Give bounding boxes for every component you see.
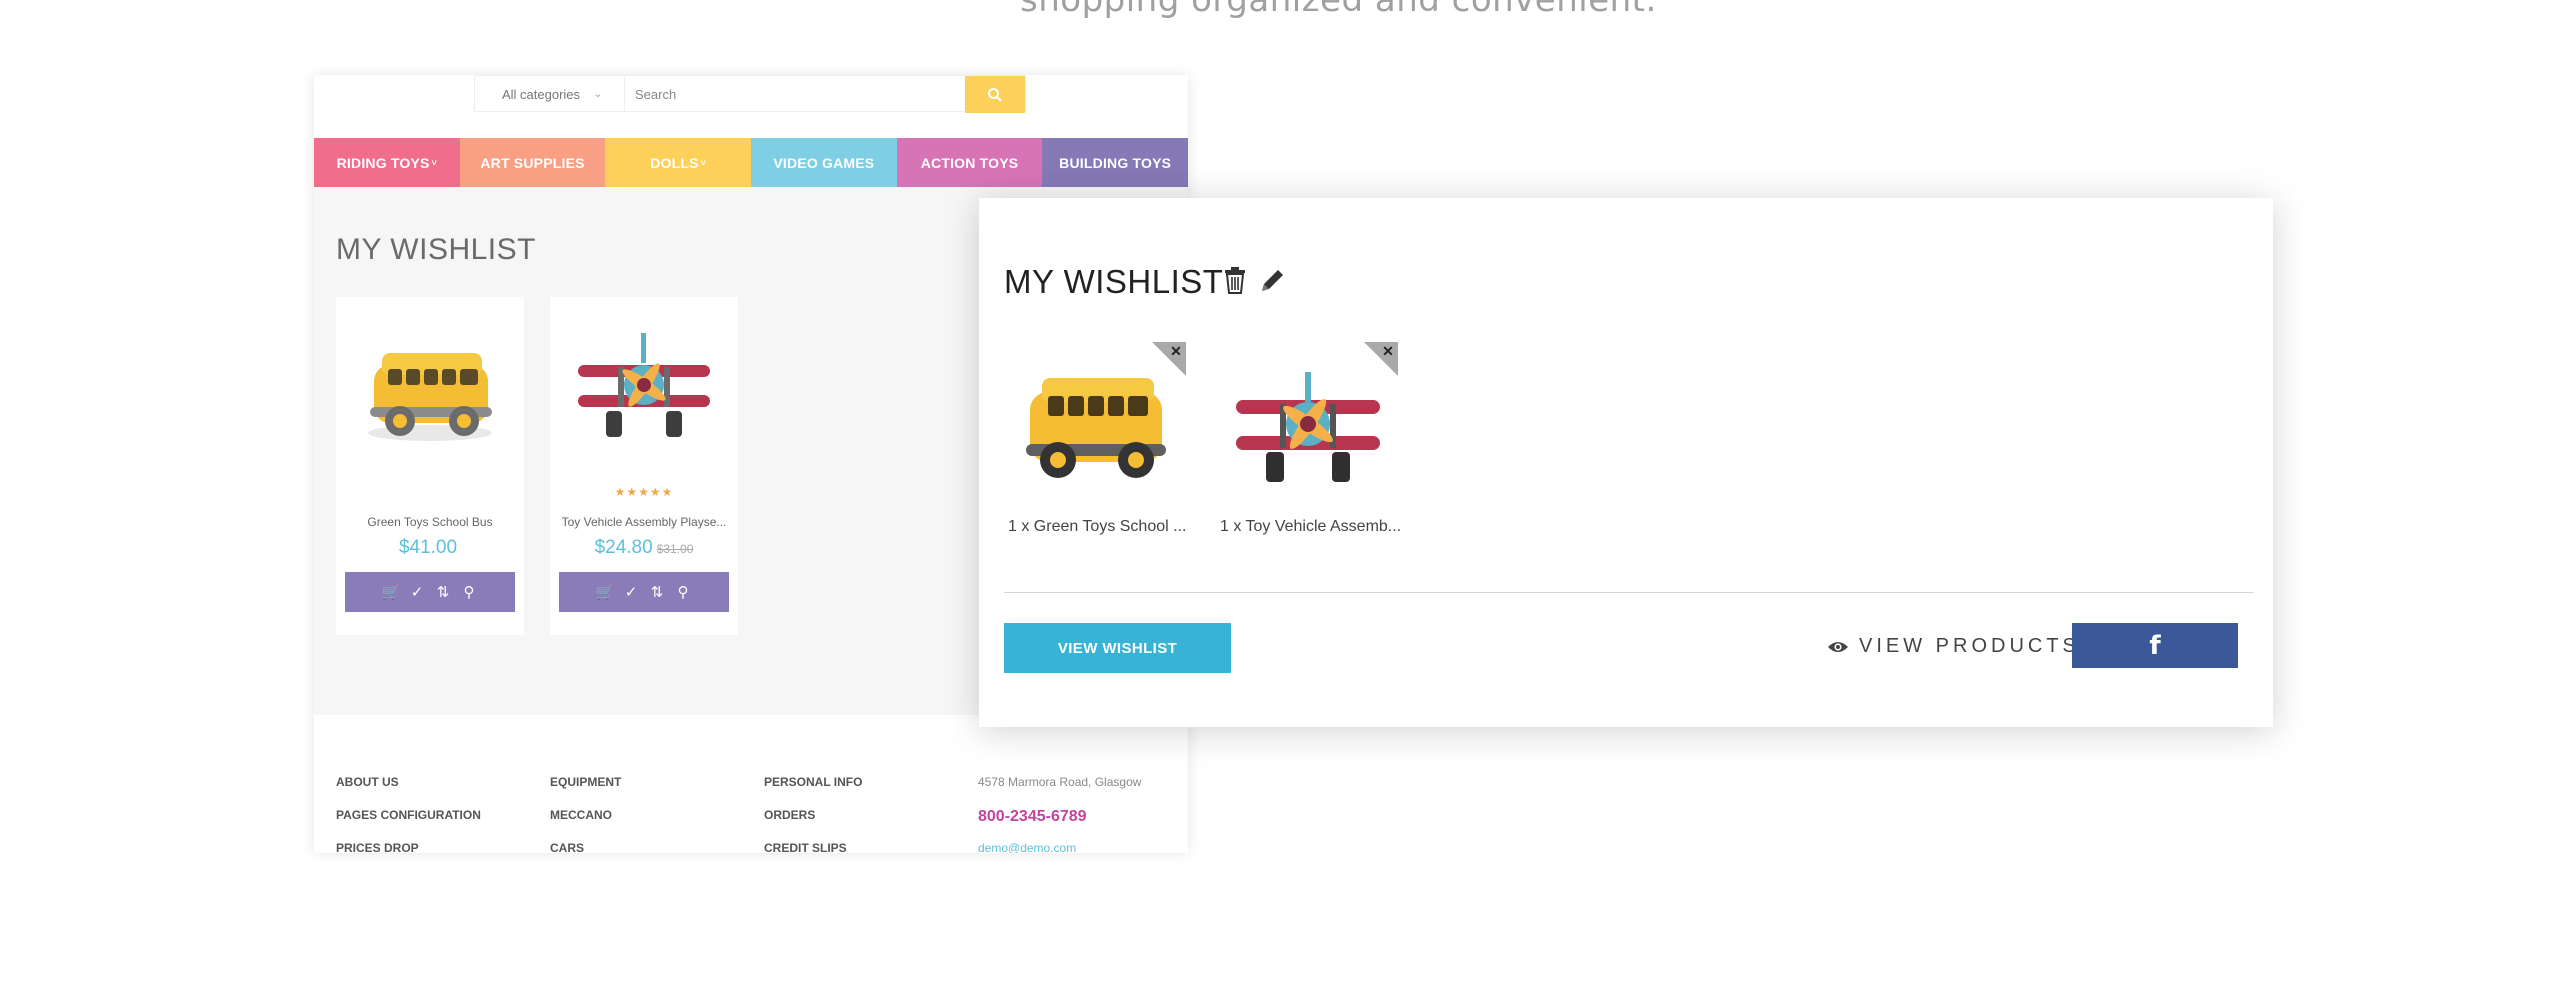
compare-icon[interactable]: ⇅ xyxy=(647,583,667,601)
product-price: $24.80 $31.00 xyxy=(550,537,738,559)
pencil-icon[interactable] xyxy=(1254,263,1290,299)
search-icon xyxy=(988,87,1002,102)
school-bus-image xyxy=(368,353,492,441)
product-card: ★★★★★ Toy Vehicle Assembly Playse... $24… xyxy=(550,297,738,635)
price-current: $41.00 xyxy=(398,537,458,558)
facebook-share-button[interactable]: f xyxy=(2072,623,2238,668)
cart-icon[interactable]: 🛒 xyxy=(595,583,615,601)
chevron-down-icon: ⌄ xyxy=(593,89,602,100)
footer-link[interactable]: CREDIT SLIPS xyxy=(764,841,862,853)
category-label: VIDEO GAMES xyxy=(773,154,875,171)
view-products-label: VIEW PRODUCTS xyxy=(1859,635,2080,657)
cart-icon[interactable]: 🛒 xyxy=(381,583,401,601)
rating-stars: ★★★★★ xyxy=(614,485,674,499)
product-actions: 🛒 ✓ ⇅ ⚲ xyxy=(345,572,515,612)
compare-icon[interactable]: ⇅ xyxy=(433,583,453,601)
popup-divider xyxy=(1004,592,2253,593)
category-select-label: All categories xyxy=(502,87,581,102)
category-label: ACTION TOYS xyxy=(920,154,1019,171)
eye-icon xyxy=(1828,641,1848,652)
zoom-icon[interactable]: ⚲ xyxy=(673,583,693,601)
category-label: RIDING TOYS xyxy=(336,154,430,171)
footer-phone[interactable]: 800-2345-6789 xyxy=(978,808,1141,841)
footer-link[interactable]: PAGES CONFIGURATION xyxy=(336,808,481,841)
stage: shopping organized and convenient. All c… xyxy=(0,0,2560,1000)
category-select[interactable]: All categories ⌄ xyxy=(475,76,625,113)
category-nav: RIDING TOYS ˅ ART SUPPLIES DOLLS ˅ VIDEO G… xyxy=(314,138,1188,187)
footer-link[interactable]: EQUIPMENT xyxy=(550,775,621,808)
facebook-icon: f xyxy=(2149,630,2161,661)
wishlist-item-label[interactable]: 1 x Toy Vehicle Assemb... xyxy=(1220,518,1401,536)
category-action-toys[interactable]: ACTION TOYS xyxy=(896,138,1043,187)
category-art-supplies[interactable]: ART SUPPLIES xyxy=(459,138,606,187)
chevron-down-icon: ˅ xyxy=(431,157,438,168)
product-price: $41.00 xyxy=(336,537,524,559)
footer-email[interactable]: demo@demo.com xyxy=(978,841,1141,853)
category-label: ART SUPPLIES xyxy=(480,154,585,171)
view-wishlist-button[interactable]: VIEW WISHLIST xyxy=(1004,623,1231,673)
footer-link[interactable]: CARS xyxy=(550,841,621,853)
store-footer: ABOUT US PAGES CONFIGURATION PRICES DROP… xyxy=(314,715,1188,853)
toy-airplane-image xyxy=(578,333,710,437)
footer-column: EQUIPMENT MECCANO CARS xyxy=(550,775,621,853)
zoom-icon[interactable]: ⚲ xyxy=(459,583,479,601)
footer-contact: 4578 Marmora Road, Glasgow 800-2345-6789… xyxy=(978,775,1141,853)
price-old: $31.00 xyxy=(656,542,694,556)
product-card: Green Toys School Bus $41.00 🛒 ✓ ⇅ ⚲ xyxy=(336,297,524,635)
product-name[interactable]: Toy Vehicle Assembly Playse... xyxy=(550,515,738,529)
remove-item-icon[interactable]: ✕ xyxy=(1380,343,1396,359)
category-video-games[interactable]: VIDEO GAMES xyxy=(751,138,897,187)
search-bar: All categories ⌄ xyxy=(474,75,1026,113)
store-header: All categories ⌄ xyxy=(314,75,1188,138)
check-icon[interactable]: ✓ xyxy=(407,583,427,601)
wishlist-popup: MY WISHLIST ✕ 1 x Green Toys School ... … xyxy=(979,198,2273,727)
footer-link[interactable]: PERSONAL INFO xyxy=(764,775,862,808)
header-tagline: shopping organized and convenient. xyxy=(1020,0,1657,20)
footer-column: ABOUT US PAGES CONFIGURATION PRICES DROP xyxy=(336,775,481,853)
wishlist-item-label[interactable]: 1 x Green Toys School ... xyxy=(1008,518,1186,536)
chevron-down-icon: ˅ xyxy=(700,157,707,168)
search-button[interactable] xyxy=(965,76,1025,113)
footer-column: PERSONAL INFO ORDERS CREDIT SLIPS xyxy=(764,775,862,853)
category-dolls[interactable]: DOLLS ˅ xyxy=(605,138,752,187)
price-current: $24.80 xyxy=(594,537,653,558)
category-label: BUILDING TOYS xyxy=(1059,154,1172,171)
footer-address: 4578 Marmora Road, Glasgow xyxy=(978,775,1142,789)
check-icon[interactable]: ✓ xyxy=(621,583,641,601)
trash-icon[interactable] xyxy=(1217,261,1253,297)
category-building-toys[interactable]: BUILDING TOYS xyxy=(1042,138,1188,187)
remove-item-icon[interactable]: ✕ xyxy=(1168,343,1184,359)
footer-link[interactable]: ORDERS xyxy=(764,808,862,841)
category-riding-toys[interactable]: RIDING TOYS ˅ xyxy=(314,138,460,187)
product-actions: 🛒 ✓ ⇅ ⚲ xyxy=(559,572,729,612)
product-name[interactable]: Green Toys School Bus xyxy=(336,515,524,529)
popup-title: MY WISHLIST xyxy=(1004,263,1224,300)
page-title: MY WISHLIST xyxy=(336,233,536,266)
search-input[interactable] xyxy=(635,76,975,113)
footer-link[interactable]: ABOUT US xyxy=(336,775,481,808)
category-label: DOLLS xyxy=(650,154,699,171)
footer-link[interactable]: PRICES DROP xyxy=(336,841,481,853)
view-products-link[interactable]: VIEW PRODUCTS xyxy=(1827,635,2080,658)
footer-link[interactable]: MECCANO xyxy=(550,808,621,841)
